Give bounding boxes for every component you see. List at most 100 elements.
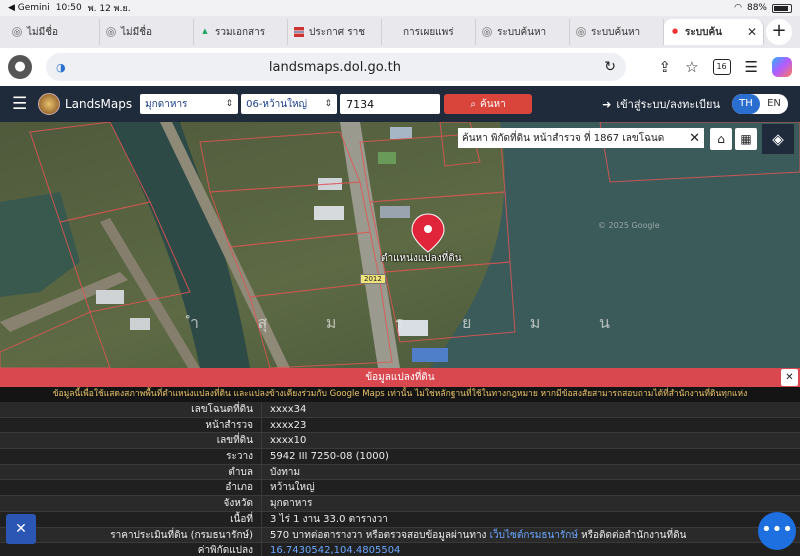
tab-strip: ◎ ไม่มีชื่อ ◎ ไม่มีชื่อ ▲ รวมเอกสาร ประกาศ … xyxy=(0,16,800,48)
coordinate-search-text: ค้นหา พิกัดที่ดิน หน้าสำรวจ ที่ 1867 เลข… xyxy=(462,132,665,144)
lang-en-button[interactable]: EN xyxy=(760,94,788,114)
tab-title: ระบบค้นหา xyxy=(591,26,641,38)
lang-th-button[interactable]: TH xyxy=(732,94,760,114)
pin-label: ตำแหน่งแปลงที่ดิน xyxy=(381,253,462,264)
browser-tab-active[interactable]: ● ระบบค้น ✕ xyxy=(664,19,764,45)
battery-icon xyxy=(772,3,792,13)
treasury-website-link[interactable]: เว็บไซต์กรมธนารักษ์ xyxy=(490,530,578,541)
flag-icon xyxy=(294,27,304,37)
tab-title: รวมเอกสาร xyxy=(215,26,266,38)
more-options-icon[interactable]: ••• xyxy=(758,512,796,550)
reload-icon[interactable]: ↻ xyxy=(604,59,616,75)
river-letter: ร xyxy=(394,313,404,332)
dol-logo xyxy=(38,93,60,115)
battery-percent: 88% xyxy=(746,3,767,13)
menu-icon[interactable]: ☰ xyxy=(745,58,758,76)
copilot-icon[interactable] xyxy=(772,57,792,77)
login-link[interactable]: ➜ เข้าสู่ระบบ/ลงทะเบียน xyxy=(602,95,720,113)
row-key: ราคาประเมินที่ดิน (กรมธนารักษ์) xyxy=(0,527,262,543)
river-letter: ำ xyxy=(190,313,199,332)
layers-icon[interactable]: ◈ xyxy=(762,124,794,154)
table-row: เลขที่ดิน xxxx10 xyxy=(0,433,800,450)
browser-tab[interactable]: การเผยแพร่ xyxy=(382,19,476,45)
select-caret-icon: ⇕ xyxy=(324,99,333,109)
table-row-coord: ค่าพิกัดแปลง 16.7430542,104.4805504 xyxy=(0,543,800,556)
row-key: ค่าพิกัดแปลง xyxy=(0,543,262,556)
row-value: หว้านใหญ่ xyxy=(270,482,315,494)
tab-title: ประกาศ ราช xyxy=(309,26,366,38)
drive-icon: ▲ xyxy=(202,27,208,35)
hamburger-menu-icon[interactable]: ☰ xyxy=(12,94,32,114)
browser-tab[interactable]: ▲ รวมเอกสาร xyxy=(194,19,288,45)
globe-icon: ◎ xyxy=(576,27,586,37)
browser-tab[interactable]: ประกาศ ราช xyxy=(288,19,382,45)
address-row: ● ◑ landsmaps.dol.go.th ↻ ⇪ ☆ 16 ☰ xyxy=(0,48,800,86)
river-letter: น xyxy=(599,313,610,332)
wifi-icon: ◠ xyxy=(734,3,742,13)
screen: ◀ Gemini 10:50 พ. 12 พ.ย. ◠ 88% ◎ ไม่มีชื… xyxy=(0,0,800,556)
search-button-label: ค้นหา xyxy=(480,98,506,110)
disclaimer-notice: ข้อมูลนี้เพื่อใช้แสดงสภาพพื้นที่ตำแหน่งแ… xyxy=(0,387,800,402)
status-bar: ◀ Gemini 10:50 พ. 12 พ.ย. ◠ 88% xyxy=(0,0,800,16)
row-key: เลขที่ดิน xyxy=(0,433,262,449)
parcel-info-header: ข้อมูลแปลงที่ดิน xyxy=(0,368,800,387)
river-letter: ย xyxy=(462,313,472,332)
globe-icon: ◎ xyxy=(106,27,116,37)
search-icon: ⌕ xyxy=(470,98,477,110)
row-value: บังทาม xyxy=(270,466,301,478)
parcel-info-table: เลขโฉนดที่ดิน xxxx34 หน้าสำรวจ xxxx23 เลขท… xyxy=(0,402,800,556)
browser-tab[interactable]: ◎ ไม่มีชื่อ xyxy=(100,19,194,45)
select-caret-icon: ⇕ xyxy=(225,99,234,109)
row-key: ระวาง xyxy=(0,449,262,464)
row-value: 5942 III 7250-08 (1000) xyxy=(270,451,389,463)
province-value: มุกดาหาร xyxy=(145,98,188,110)
row-value: xxxx23 xyxy=(270,419,307,431)
close-panel-button[interactable]: ✕ xyxy=(781,369,798,386)
tab-title: ไม่มีชื่อ xyxy=(27,26,59,38)
table-row: จังหวัด มุกดาหาร xyxy=(0,496,800,512)
coordinate-link[interactable]: 16.7430542,104.4805504 xyxy=(262,543,400,556)
globe-icon: ◎ xyxy=(12,27,22,37)
row-value: มุกดาหาร xyxy=(270,498,313,510)
site-settings-icon[interactable]: ◑ xyxy=(56,61,66,74)
parcel-number-input[interactable]: 7134 xyxy=(340,94,441,114)
browser-tab[interactable]: ◎ ไม่มีชื่อ xyxy=(6,19,100,45)
table-row: อำเภอ หว้านใหญ่ xyxy=(0,480,800,497)
url-bar[interactable]: ◑ landsmaps.dol.go.th ↻ xyxy=(46,53,626,81)
row-value: 570 บาทต่อตารางวา หรือตรวจสอบข้อมูลผ่านท… xyxy=(262,528,686,543)
globe-icon: ◎ xyxy=(482,27,492,37)
status-time: 10:50 xyxy=(55,3,82,13)
apple-icon xyxy=(388,27,398,37)
new-tab-button[interactable]: + xyxy=(766,19,792,45)
coordinate-search-bar[interactable]: ค้นหา พิกัดที่ดิน หน้าสำรวจ ที่ 1867 เลข… xyxy=(458,128,704,148)
search-button[interactable]: ⌕ ค้นหา xyxy=(444,94,533,114)
river-label: ำ สุ ม ร ย ม น xyxy=(190,311,610,336)
back-app-label[interactable]: ◀ Gemini xyxy=(8,3,50,13)
province-select[interactable]: มุกดาหาร ⇕ xyxy=(140,94,239,114)
tab-title: ระบบค้นหา xyxy=(497,26,547,38)
row-key: จังหวัด xyxy=(0,496,262,511)
district-select[interactable]: 06-หว้านใหญ่ ⇕ xyxy=(241,94,338,114)
table-row: ระวาง 5942 III 7250-08 (1000) xyxy=(0,449,800,465)
map-watermark: © 2025 Google xyxy=(598,221,660,230)
tools-icon[interactable]: ✕ xyxy=(6,514,36,544)
tab-count-button[interactable]: 16 xyxy=(712,59,731,75)
tab-title: การเผยแพร่ xyxy=(403,26,454,38)
close-icon[interactable]: ✕ xyxy=(689,131,700,146)
river-letter: ม xyxy=(529,313,541,332)
share-icon[interactable]: ⇪ xyxy=(659,58,672,76)
language-switch: TH EN xyxy=(732,94,788,114)
price-text-suffix: หรือติดต่อสำนักงานที่ดิน xyxy=(577,529,687,541)
home-icon[interactable]: ⌂ xyxy=(710,128,732,150)
table-row-price: ราคาประเมินที่ดิน (กรมธนารักษ์) 570 บาทต… xyxy=(0,527,800,544)
profile-avatar-icon[interactable]: ● xyxy=(8,55,32,79)
grid-icon[interactable]: ▦ xyxy=(735,128,757,150)
browser-tab[interactable]: ◎ ระบบค้นหา xyxy=(570,19,664,45)
tab-title: ไม่มีชื่อ xyxy=(121,26,153,38)
row-key: เลขโฉนดที่ดิน xyxy=(0,402,262,417)
close-tab-icon[interactable]: ✕ xyxy=(747,25,757,39)
login-icon: ➜ xyxy=(602,97,612,111)
table-row: เนื้อที่ 3 ไร่ 1 งาน 33.0 ตารางวา xyxy=(0,511,800,528)
browser-tab[interactable]: ◎ ระบบค้นหา xyxy=(476,19,570,45)
bookmark-star-icon[interactable]: ☆ xyxy=(685,58,698,76)
